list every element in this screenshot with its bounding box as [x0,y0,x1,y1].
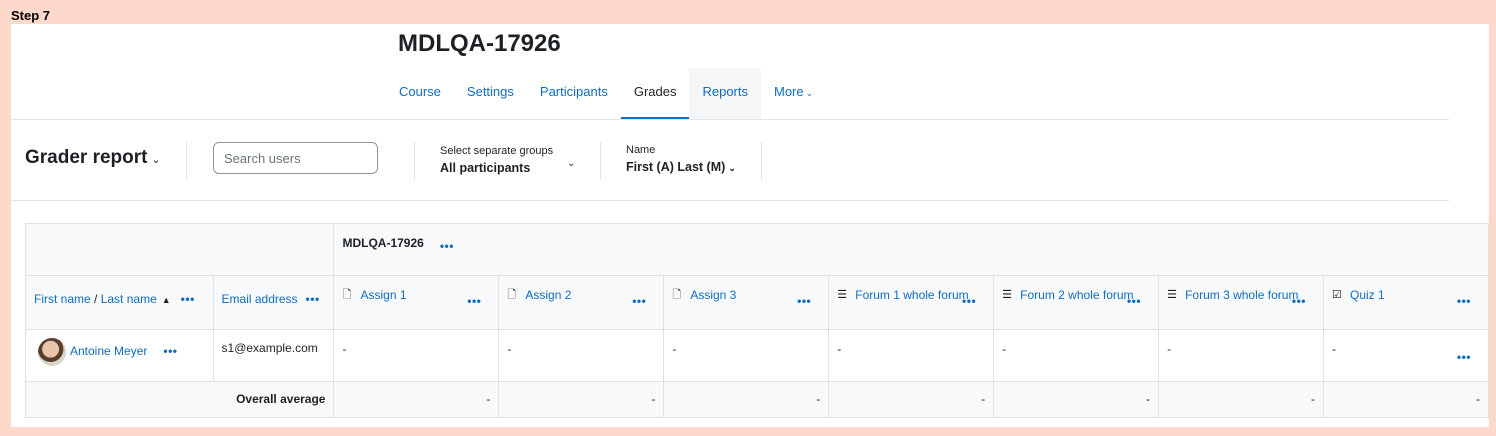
average-cell: - [663,381,830,418]
secondary-navigation: Course Settings Participants Grades Repo… [386,68,826,120]
name-actions-icon[interactable]: ••• [181,292,195,306]
quiz-icon: ☑ [1332,289,1342,301]
average-row: Overall average - - - - - - - [24,381,1489,418]
grade-cell[interactable]: - [498,329,665,382]
item-header: ☰ Forum 2 whole forum ••• [993,275,1160,330]
email-actions-icon[interactable]: ••• [306,292,320,306]
divider [11,200,1449,201]
user-actions-icon[interactable]: ••• [163,344,177,358]
grade-cell[interactable]: - [663,329,830,382]
name-header: First name / Last name ▲ ••• [25,275,214,330]
item-link[interactable]: Assign 1 [360,286,475,304]
initials-value-text: First (A) Last (M) [626,160,726,174]
category-header: MDLQA-17926 ••• [333,223,1489,276]
assign-icon: 🗋 [507,289,517,301]
nav-more-label: More [774,84,804,99]
forum-icon: ☰ [1167,289,1177,301]
report-title: Grader report [25,147,148,168]
nav-settings[interactable]: Settings [454,68,527,120]
chevron-down-icon: ⌄ [728,163,736,173]
item-header: ☰ Forum 1 whole forum ••• [828,275,995,330]
group-selector[interactable]: Select separate groups All participants [440,145,553,175]
item-header: 🗋 Assign 3 ••• [663,275,830,330]
item-header-row: First name / Last name ▲ ••• Email address… [25,275,1489,330]
average-label: Overall average [24,381,335,418]
search-users-input[interactable] [213,142,378,174]
sort-lastname-link[interactable]: Last name [101,292,157,306]
item-header: ☰ Forum 3 whole forum ••• [1158,275,1324,330]
item-link[interactable]: Forum 3 whole forum [1185,286,1300,304]
average-cell: - [993,381,1160,418]
divider [414,142,415,180]
nav-participants[interactable]: Participants [527,68,621,120]
average-cell: - [1158,381,1324,418]
initials-selector[interactable]: Name First (A) Last (M) ⌄ [626,144,736,174]
item-actions-icon[interactable]: ••• [632,294,646,308]
user-name-link[interactable]: Antoine Meyer [70,344,147,358]
nav-grades[interactable]: Grades [620,68,690,120]
group-selector-label: Select separate groups [440,145,554,157]
table-row: Antoine Meyer ••• s1@example.com - - - - … [25,329,1489,382]
forum-icon: ☰ [1002,289,1013,301]
group-selector-value: All participants [440,161,531,175]
item-actions-icon[interactable]: ••• [962,294,976,308]
item-header: 🗋 Assign 1 ••• [333,275,500,330]
item-link[interactable]: Quiz 1 [1350,286,1465,304]
item-actions-icon[interactable]: ••• [1457,294,1471,308]
item-link[interactable]: Assign 3 [690,286,805,304]
item-actions-icon[interactable]: ••• [797,294,811,308]
avatar[interactable] [38,338,66,366]
grade-cell[interactable]: - [828,329,995,382]
email-cell: s1@example.com [212,329,335,382]
report-selector[interactable]: Grader report ⌄ [25,147,161,169]
average-cell: - [828,381,995,418]
grade-cell-quiz[interactable]: - ••• [1323,329,1489,382]
average-cell: - [498,381,665,418]
nav-reports[interactable]: Reports [689,68,761,120]
nav-more[interactable]: More ⌄ [761,68,826,120]
chevron-down-icon: ⌄ [805,88,814,98]
name-separator: / [90,292,101,306]
forum-icon: ☰ [837,289,848,301]
item-actions-icon[interactable]: ••• [1127,294,1141,308]
grade-cell[interactable]: - [1158,329,1324,382]
initials-selector-label: Name [626,144,656,156]
chevron-down-icon[interactable]: ⌄ [567,158,575,169]
assign-icon: 🗋 [342,289,352,301]
page-frame: MDLQA-17926 Course Settings Participants… [11,24,1489,427]
item-actions-icon[interactable]: ••• [1292,294,1306,308]
item-link[interactable]: Forum 1 whole forum [855,286,970,304]
grader-table: MDLQA-17926 ••• First name / Last name ▲ ••… [24,223,1489,418]
grade-cell[interactable]: - [993,329,1160,382]
sort-firstname-link[interactable]: First name [34,292,91,306]
sort-email-link[interactable]: Email address [222,292,298,306]
divider [600,142,601,180]
average-cell: - [333,381,500,418]
user-cell: Antoine Meyer ••• [25,329,214,382]
category-name: MDLQA-17926 [342,236,424,250]
category-header-row: MDLQA-17926 ••• [24,223,1489,276]
grade-cell[interactable]: - [333,329,500,382]
grade-value: - [1332,342,1336,356]
item-header: ☑ Quiz 1 ••• [1323,275,1489,330]
assign-icon: 🗋 [672,289,682,301]
average-cell: - [1323,381,1489,418]
chevron-down-icon: ⌄ [151,154,161,166]
initials-selector-value: First (A) Last (M) ⌄ [626,160,736,174]
item-link[interactable]: Forum 2 whole forum [1020,286,1135,304]
sort-asc-icon: ▲ [161,295,171,305]
category-actions-icon[interactable]: ••• [440,239,454,253]
email-header: Email address ••• [212,275,335,330]
step-label: Step 7 [11,8,51,23]
cell-actions-icon[interactable]: ••• [1457,350,1471,364]
item-link[interactable]: Assign 2 [525,286,640,304]
divider [186,142,187,180]
item-actions-icon[interactable]: ••• [467,294,481,308]
nav-course[interactable]: Course [386,68,454,120]
divider [761,142,762,180]
item-header: 🗋 Assign 2 ••• [498,275,665,330]
tertiary-navigation: Grader report⌄ Select separate groups Al… [11,120,1449,200]
empty-header-cell [24,223,335,276]
page-title: MDLQA-17926 [398,30,561,57]
